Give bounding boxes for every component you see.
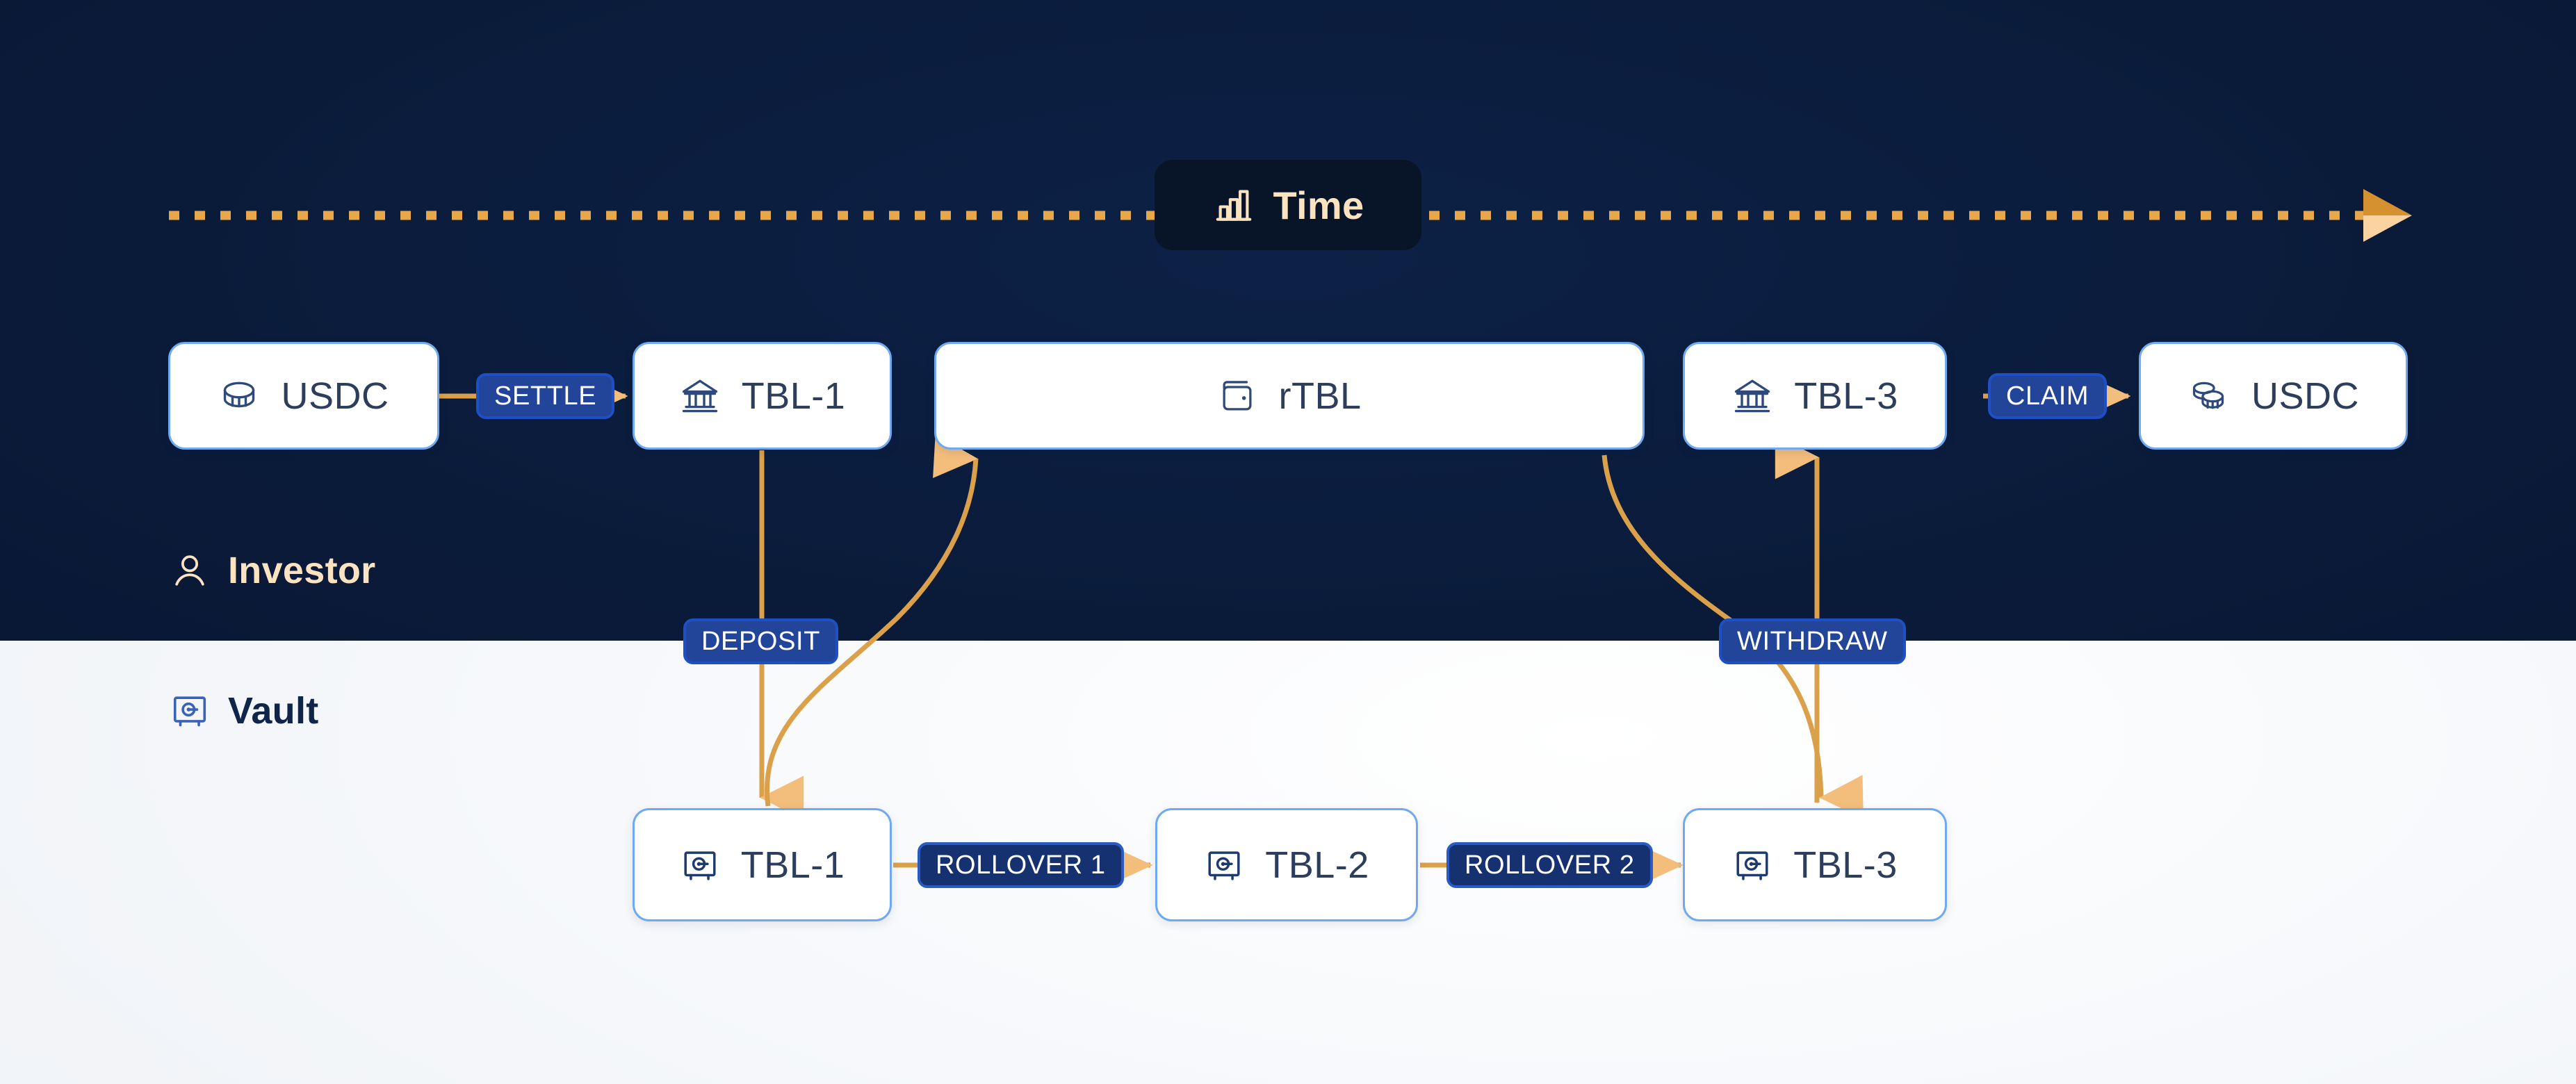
badge-label: SETTLE bbox=[494, 381, 597, 411]
node-tbl2-vault[interactable]: TBL-2 bbox=[1155, 808, 1418, 921]
lane-label-investor: Investor bbox=[170, 549, 375, 592]
diagram-canvas: Time USDC SETTLE TBL-1 rTBL TBL-3 CLAIM … bbox=[0, 0, 2576, 1084]
node-label: TBL-2 bbox=[1265, 844, 1369, 886]
node-label: USDC bbox=[2251, 375, 2359, 417]
vault-icon bbox=[170, 691, 210, 731]
coin-icon bbox=[218, 375, 260, 417]
node-tbl1-investor[interactable]: TBL-1 bbox=[633, 342, 892, 450]
vault-icon bbox=[680, 845, 720, 885]
badge-label: CLAIM bbox=[2006, 381, 2089, 411]
node-label: TBL-3 bbox=[1793, 844, 1898, 886]
wallet-icon bbox=[1217, 376, 1257, 416]
badge-settle[interactable]: SETTLE bbox=[476, 373, 615, 419]
badge-label: DEPOSIT bbox=[701, 626, 821, 656]
lane-label-vault: Vault bbox=[170, 689, 319, 732]
node-label: TBL-1 bbox=[740, 844, 845, 886]
node-label: TBL-3 bbox=[1794, 375, 1898, 417]
node-usdc-in[interactable]: USDC bbox=[168, 342, 439, 450]
time-badge: Time bbox=[1155, 160, 1421, 250]
node-usdc-out[interactable]: USDC bbox=[2139, 342, 2408, 450]
badge-rollover-2[interactable]: ROLLOVER 2 bbox=[1446, 842, 1653, 888]
bar-chart-icon bbox=[1212, 183, 1255, 227]
badge-deposit[interactable]: DEPOSIT bbox=[683, 618, 839, 664]
node-label: USDC bbox=[281, 375, 389, 417]
badge-withdraw[interactable]: WITHDRAW bbox=[1719, 618, 1906, 664]
node-rtbl[interactable]: rTBL bbox=[934, 342, 1645, 450]
badge-rollover-1[interactable]: ROLLOVER 1 bbox=[918, 842, 1124, 888]
investor-lane-background bbox=[0, 0, 2576, 641]
vault-icon bbox=[1732, 845, 1772, 885]
node-tbl3-investor[interactable]: TBL-3 bbox=[1683, 342, 1947, 450]
node-tbl3-vault[interactable]: TBL-3 bbox=[1683, 808, 1947, 921]
node-label: TBL-1 bbox=[741, 375, 846, 417]
badge-label: WITHDRAW bbox=[1737, 626, 1888, 656]
badge-label: ROLLOVER 1 bbox=[936, 850, 1106, 880]
bank-icon bbox=[679, 375, 721, 417]
vault-icon bbox=[1204, 845, 1244, 885]
person-icon bbox=[170, 550, 210, 591]
badge-claim[interactable]: CLAIM bbox=[1988, 373, 2108, 419]
bank-icon bbox=[1731, 375, 1773, 417]
coins-stack-icon bbox=[2187, 375, 2231, 418]
badge-label: ROLLOVER 2 bbox=[1465, 850, 1635, 880]
time-badge-label: Time bbox=[1273, 183, 1364, 227]
lane-label-text: Vault bbox=[228, 690, 319, 732]
node-tbl1-vault[interactable]: TBL-1 bbox=[633, 808, 892, 921]
lane-label-text: Investor bbox=[228, 550, 376, 591]
node-label: rTBL bbox=[1278, 375, 1362, 417]
